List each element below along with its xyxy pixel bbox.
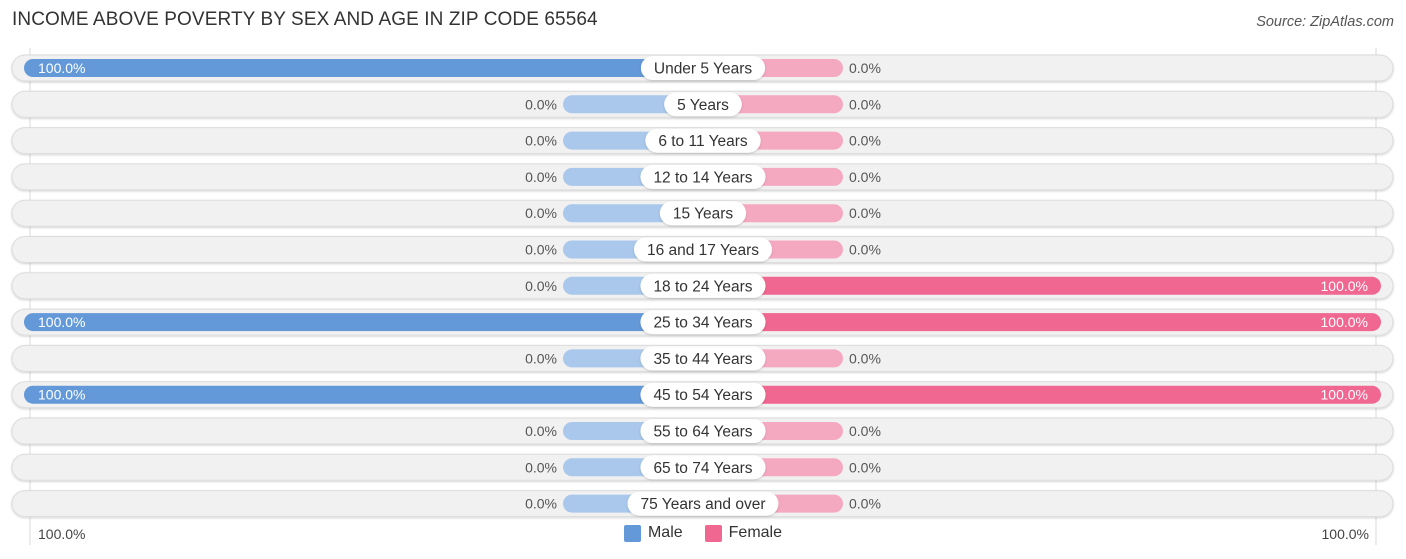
category-label: 12 to 14 Years — [653, 169, 752, 186]
bar-row: 0.0% 0.0% 16 and 17 Years — [11, 236, 1394, 263]
female-value-label: 100.0% — [1321, 387, 1368, 403]
bar-row: 0.0% 0.0% 35 to 44 Years — [11, 344, 1394, 372]
legend-label-female: Female — [728, 524, 783, 541]
bar-row: 0.0% 0.0% 75 Years and over — [11, 490, 1394, 518]
male-bar — [24, 313, 703, 332]
bar-row: 0.0% 0.0% 6 to 11 Years — [11, 127, 1394, 155]
bar-row: 0.0% 100.0% 18 to 24 Years — [11, 272, 1394, 300]
category-label: Under 5 Years — [654, 61, 752, 78]
male-value-label: 0.0% — [525, 133, 557, 149]
category-label: 16 and 17 Years — [647, 242, 759, 259]
bar-row: 100.0% 100.0% 45 to 54 Years — [11, 381, 1394, 409]
bar-row: 100.0% 100.0% 25 to 34 Years — [11, 308, 1394, 336]
male-value-label: 100.0% — [38, 60, 85, 76]
female-value-label: 0.0% — [849, 96, 881, 112]
male-value-label: 0.0% — [525, 96, 557, 112]
legend-swatch-female — [704, 524, 722, 542]
legend-item-male[interactable]: Male — [623, 524, 683, 542]
female-bar — [703, 276, 1381, 295]
female-value-label: 0.0% — [849, 205, 881, 221]
male-bar — [24, 385, 703, 404]
bar-row: 0.0% 0.0% 15 Years — [11, 199, 1394, 227]
chart-canvas: 100.0% 0.0%Under 5 Years0.0% 0.0%5 Years0.… — [11, 48, 1394, 545]
male-value-label: 0.0% — [525, 459, 557, 475]
category-label: 15 Years — [673, 206, 734, 223]
female-value-label: 0.0% — [849, 242, 881, 258]
category-label: 45 to 54 Years — [653, 387, 752, 404]
male-value-label: 0.0% — [525, 423, 557, 439]
female-value-label: 100.0% — [1321, 278, 1368, 294]
bar-row: 0.0% 0.0% 12 to 14 Years — [11, 163, 1394, 191]
male-value-label: 100.0% — [38, 314, 85, 330]
female-bar — [703, 313, 1381, 332]
female-value-label: 0.0% — [849, 133, 881, 149]
legend-label-male: Male — [647, 524, 683, 541]
category-label: 25 to 34 Years — [653, 315, 752, 332]
male-bar — [24, 59, 703, 77]
male-value-label: 0.0% — [525, 242, 557, 258]
female-bar — [703, 385, 1381, 404]
category-label: 6 to 11 Years — [658, 133, 748, 150]
axis-label-right: 100.0% — [1321, 526, 1369, 542]
female-value-label: 0.0% — [849, 169, 881, 185]
male-value-label: 0.0% — [525, 496, 557, 512]
legend: Male Female — [0, 524, 1406, 542]
category-label: 75 Years and over — [641, 496, 766, 513]
category-label: 5 Years — [677, 97, 729, 114]
category-label: 18 to 24 Years — [653, 278, 752, 295]
female-value-label: 0.0% — [849, 60, 881, 76]
category-label: 55 to 64 Years — [653, 424, 752, 441]
female-value-label: 0.0% — [849, 459, 881, 475]
legend-swatch-male — [623, 524, 641, 542]
bar-row: 100.0% 0.0% Under 5 Years — [11, 54, 1394, 82]
male-value-label: 100.0% — [38, 387, 85, 403]
category-label: 35 to 44 Years — [653, 351, 752, 368]
axis-label-left: 100.0% — [38, 526, 86, 542]
bar-row: 0.0% 0.0% 65 to 74 Years — [11, 453, 1394, 481]
male-value-label: 0.0% — [525, 278, 557, 294]
female-value-label: 0.0% — [849, 423, 881, 439]
female-value-label: 100.0% — [1321, 314, 1368, 330]
male-value-label: 0.0% — [525, 169, 557, 185]
male-value-label: 0.0% — [525, 205, 557, 221]
female-value-label: 0.0% — [849, 350, 881, 366]
legend-item-female[interactable]: Female — [704, 524, 783, 542]
bar-row: 0.0% 0.0% 55 to 64 Years — [11, 417, 1394, 445]
female-value-label: 0.0% — [849, 496, 881, 512]
bar-row: 0.0% 0.0% 5 Years — [11, 90, 1394, 118]
category-label: 65 to 74 Years — [653, 460, 752, 477]
male-value-label: 0.0% — [525, 350, 557, 366]
